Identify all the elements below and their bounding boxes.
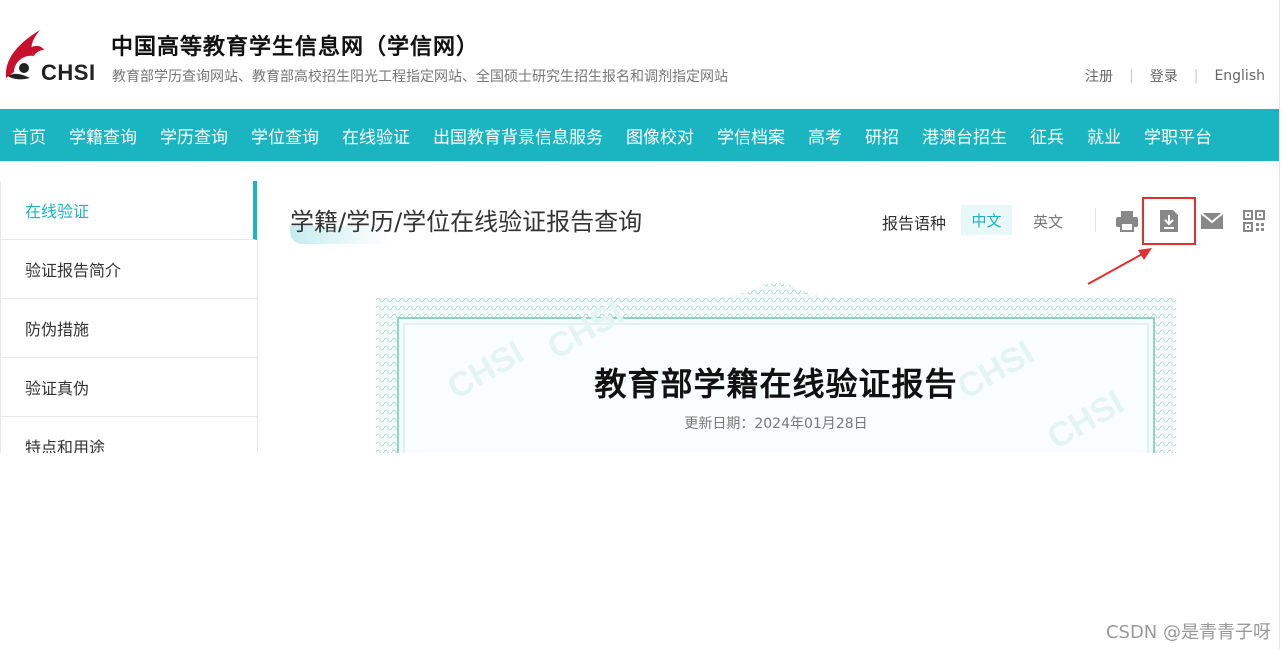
sidebar: 在线验证 验证报告简介 防伪措施 验证真伪 特点和用途 (0, 181, 258, 453)
nav-item-home[interactable]: 首页 (12, 123, 46, 148)
main-nav: 首页 学籍查询 学历查询 学位查询 在线验证 出国教育背景信息服务 图像校对 学… (0, 109, 1279, 161)
certificate-update-date: 更新日期：2024年01月28日 (684, 416, 868, 432)
nav-item-jiuye[interactable]: 就业 (1087, 123, 1121, 148)
link-separator: | (1193, 68, 1199, 84)
site-header: CHSI 中国高等教育学生信息网（学信网） 教育部学历查询网站、教育部高校招生阳… (0, 0, 1287, 109)
sidebar-item-features[interactable]: 特点和用途 (0, 417, 257, 453)
csdn-watermark: CSDN @是青青子呀 (1105, 622, 1271, 643)
toolbar-divider (1095, 208, 1096, 232)
sidebar-item-online-verify[interactable]: 在线验证 (0, 181, 257, 240)
link-separator: | (1129, 68, 1134, 84)
nav-item-abroad-service[interactable]: 出国教育背景信息服务 (433, 123, 603, 148)
print-icon[interactable] (1114, 208, 1140, 234)
qrcode-icon[interactable] (1241, 208, 1267, 234)
nav-item-gat[interactable]: 港澳台招生 (922, 123, 1007, 148)
sidebar-item-verify-authentic[interactable]: 验证真伪 (0, 358, 257, 417)
nav-item-zhengbing[interactable]: 征兵 (1030, 123, 1064, 148)
download-highlight-annotation (1142, 197, 1196, 245)
lang-option-english[interactable]: 英文 (1033, 211, 1063, 232)
sidebar-item-anti-fake[interactable]: 防伪措施 (0, 299, 257, 358)
top-links: 注册 | 登录 | English (1085, 66, 1265, 86)
nav-item-xuezhi[interactable]: 学职平台 (1144, 123, 1212, 148)
nav-item-archive[interactable]: 学信档案 (717, 123, 785, 148)
site-title: 中国高等教育学生信息网（学信网） (111, 35, 480, 60)
nav-item-gaokao[interactable]: 高考 (808, 123, 842, 148)
login-link[interactable]: 登录 (1150, 66, 1178, 86)
nav-item-xueji[interactable]: 学籍查询 (69, 123, 137, 148)
page-scrollbar[interactable] (1279, 0, 1287, 649)
sidebar-item-report-intro[interactable]: 验证报告简介 (0, 240, 257, 299)
register-link[interactable]: 注册 (1085, 66, 1113, 86)
page-title: 学籍/学历/学位在线验证报告查询 (290, 208, 643, 236)
certificate-title: 教育部学籍在线验证报告 (594, 365, 958, 403)
mail-icon[interactable] (1199, 208, 1225, 234)
nav-item-yanzhao[interactable]: 研招 (865, 123, 899, 148)
nav-item-xuewei[interactable]: 学位查询 (251, 123, 319, 148)
site-subtitle: 教育部学历查询网站、教育部高校招生阳光工程指定网站、全国硕士研究生招生报名和调剂… (112, 69, 728, 85)
report-language-label: 报告语种 (882, 214, 947, 233)
nav-item-xueli[interactable]: 学历查询 (160, 123, 228, 148)
nav-item-image-check[interactable]: 图像校对 (626, 123, 694, 148)
lang-option-chinese[interactable]: 中文 (961, 205, 1012, 235)
english-link[interactable]: English (1214, 68, 1265, 84)
logo-text: CHSI (41, 60, 96, 85)
nav-item-online-verify[interactable]: 在线验证 (342, 123, 410, 148)
